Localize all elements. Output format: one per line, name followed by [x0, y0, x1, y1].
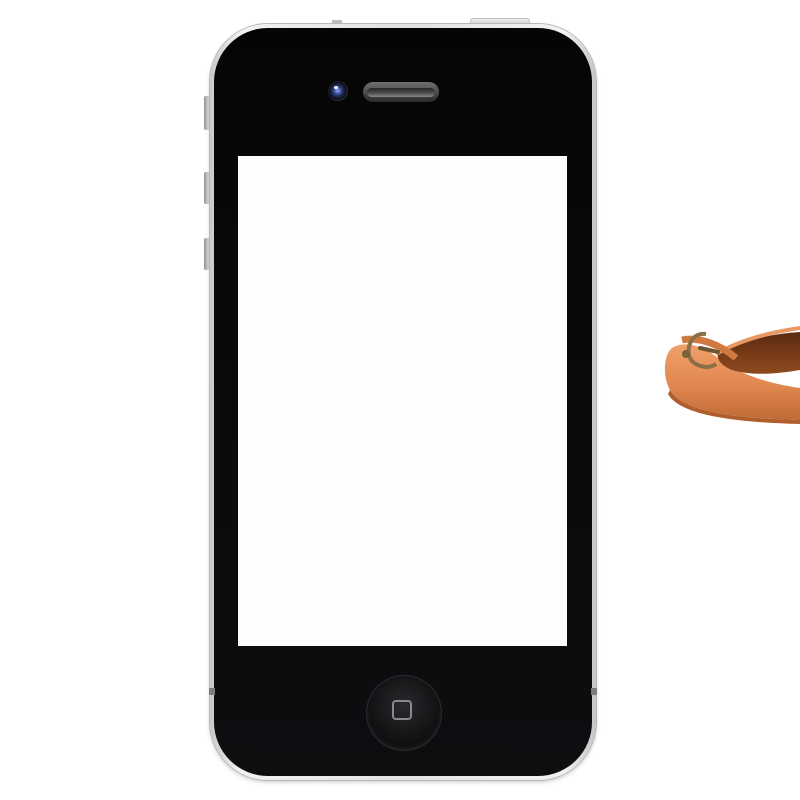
- antenna-band: [209, 688, 215, 695]
- earpiece-speaker-icon: [363, 82, 439, 102]
- phone-screen[interactable]: [238, 156, 567, 646]
- front-camera-icon: [328, 81, 348, 101]
- shoe-image: [664, 326, 800, 424]
- home-button-square-icon: [392, 700, 412, 720]
- stage: [0, 0, 800, 800]
- antenna-band: [591, 688, 597, 695]
